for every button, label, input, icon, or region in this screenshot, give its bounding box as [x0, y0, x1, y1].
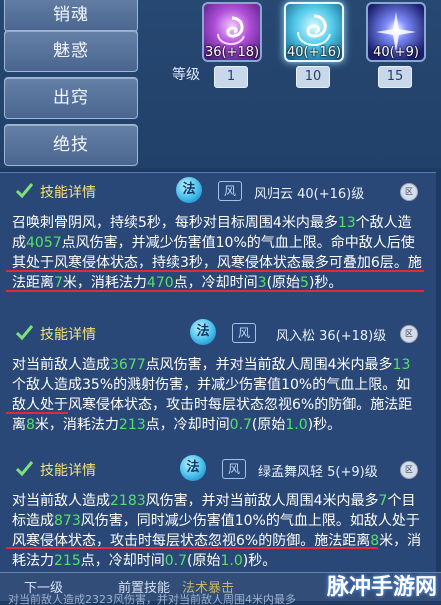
coin-icon[interactable]: 区: [400, 325, 418, 343]
check-icon: [15, 461, 34, 477]
desc-text: )秒。: [308, 275, 343, 291]
skill-name: 绿孟舞风轻 5(+9)级: [258, 465, 378, 480]
highlight-value: 7: [54, 275, 63, 291]
check-icon: [15, 183, 34, 199]
skill-icon-1[interactable]: 36(+18): [202, 2, 262, 62]
desc-text: (原始: [251, 417, 286, 433]
desc-text: (原始: [266, 275, 301, 291]
red-underline: [6, 547, 378, 549]
highlight-value: 470: [146, 275, 174, 291]
wind-element-badge: 风: [232, 323, 256, 343]
wind-element-badge: 风: [222, 459, 246, 479]
skill-icon-level: 40(+9): [373, 45, 419, 60]
highlight-value: 1.0: [220, 553, 243, 569]
check-icon: [15, 325, 34, 341]
sidebar-item-meihuo[interactable]: 魅惑: [4, 30, 138, 72]
desc-text: 风伤害，并对当前敌人周围4米内最多: [145, 493, 379, 509]
section-header: 技能详情 法 风 绿孟舞风轻 5(+9)级 区: [6, 455, 430, 483]
desc-text: 点，冷却时间: [173, 275, 258, 291]
magic-type-badge: 法: [180, 455, 206, 481]
level-number: 1: [214, 66, 248, 88]
magic-type-badge: 法: [176, 177, 202, 203]
skill-detail-panel: 技能详情 法 风 风归云 40(+16)级 区 召唤刺骨阴风，持续5秒，每秒对目…: [0, 172, 436, 601]
wind-element-badge: 风: [218, 181, 242, 201]
overflow-text: 对当前敌人造成2323风伤害，并对当前敌人周围4米内最多: [8, 593, 296, 605]
highlight-value: 2183: [110, 493, 146, 509]
highlight-value: 0.7: [164, 553, 187, 569]
sidebar-item-xiaohun[interactable]: 销魂: [4, 0, 138, 32]
bottom-tab-bar: 下一级 前置技能 法术暴击 对当前敌人造成2323风伤害，并对当前敌人周围4米内…: [0, 572, 441, 605]
section-title: 技能详情: [40, 327, 96, 343]
sidebar-item-jueji[interactable]: 绝技: [4, 124, 138, 166]
highlight-value: 13: [337, 215, 356, 231]
coin-icon[interactable]: 区: [400, 461, 418, 479]
desc-text: 对当前敌人造成: [12, 357, 110, 373]
skill-description: 对当前敌人造成3677点风伤害，并对当前敌人周围4米内最多13个敌人造成35%的…: [12, 355, 422, 435]
skill-description: 对当前敌人造成2183风伤害，并对当前敌人周围4米内最多7个目标造成873风伤害…: [12, 491, 422, 571]
red-underline: [6, 290, 424, 292]
desc-text: 点，冷却时间: [145, 417, 230, 433]
highlight-value: 873: [54, 513, 81, 529]
skill-icon-level: 40(+16): [286, 45, 342, 60]
skill-icon-3[interactable]: 40(+9): [366, 2, 426, 62]
section-header: 技能详情 法 风 风入松 36(+18)级 区: [6, 319, 430, 347]
highlight-value: 213: [118, 417, 146, 433]
level-number: 15: [378, 66, 412, 88]
desc-text: 点风伤害，并对当前敌人周围4米内最多: [145, 357, 393, 373]
desc-text: (原始: [187, 553, 221, 569]
section-title: 技能详情: [40, 463, 96, 479]
desc-text: 召唤刺骨阴风，持续5秒，每秒对目标周围4米内最多: [12, 215, 338, 231]
desc-text: 点，冷却时间: [80, 553, 165, 569]
desc-text: 对当前敌人造成: [12, 493, 110, 509]
section-header: 技能详情 法 风 风归云 40(+16)级 区: [6, 177, 430, 205]
desc-text: )秒。: [242, 553, 277, 569]
highlight-value: 1.0: [285, 417, 308, 433]
highlight-value: 0.7: [229, 417, 252, 433]
level-label: 等级: [172, 67, 200, 83]
sidebar-item-chuqiao[interactable]: 出窍: [4, 77, 138, 119]
desc-text: 米，消耗法力: [34, 417, 119, 433]
skill-description: 召唤刺骨阴风，持续5秒，每秒对目标周围4米内最多13个敌人造成4057点风伤害，…: [12, 213, 422, 293]
highlight-value: 3: [257, 275, 267, 291]
level-number: 10: [296, 66, 330, 88]
skill-icon-2[interactable]: 40(+16): [284, 2, 344, 62]
highlight-value: 5: [300, 275, 309, 291]
desc-text: )秒。: [307, 417, 342, 433]
skill-name: 风入松 36(+18)级: [276, 329, 387, 344]
skill-icon-level: 36(+18): [204, 45, 260, 60]
red-underline: [6, 412, 68, 414]
highlight-value: 3677: [110, 357, 146, 373]
highlight-value: 215: [54, 553, 81, 569]
top-area: 销魂 魅惑 出窍 绝技 等级 36(+18) 40(+16) 40(+9) 1 …: [0, 0, 441, 168]
red-underline: [6, 270, 424, 272]
highlight-value: 13: [392, 357, 411, 373]
coin-icon[interactable]: 区: [400, 183, 418, 201]
highlight-value: 4057: [26, 235, 62, 251]
magic-type-badge: 法: [190, 319, 216, 345]
section-title: 技能详情: [40, 185, 96, 201]
watermark: 脉冲手游网: [326, 575, 437, 600]
desc-text: 米，消耗法力: [62, 275, 147, 291]
highlight-value: 8: [26, 417, 35, 433]
skill-name: 风归云 40(+16)级: [254, 187, 365, 202]
